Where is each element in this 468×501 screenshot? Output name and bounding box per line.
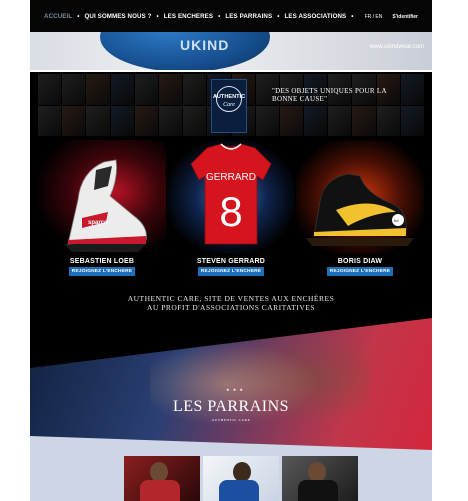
racing-boot-image: sparco bbox=[64, 159, 147, 252]
product-name-diaw: BORIS DIAW bbox=[337, 258, 383, 265]
nav-utility: FR / EN S'identifier bbox=[365, 14, 418, 20]
nav-separator: • bbox=[351, 13, 354, 20]
parrain-card[interactable] bbox=[282, 456, 358, 501]
logo-text-care: Care bbox=[223, 102, 235, 108]
language-switch[interactable]: FR / EN bbox=[365, 14, 383, 20]
slogan: "DES OBJETS UNIQUES POUR LA BONNE CAUSE" bbox=[272, 87, 387, 103]
join-auction-button-gerrard[interactable]: REJOIGNEZ L'ENCHERE bbox=[198, 267, 264, 276]
logo-text-authentic: AUTHENTIC bbox=[212, 94, 246, 100]
nav-separator: • bbox=[277, 13, 280, 20]
ukind-banner[interactable]: UKIND www.ukindwear.com bbox=[30, 32, 432, 70]
banner-url[interactable]: www.ukindwear.com bbox=[370, 44, 424, 50]
avatar bbox=[233, 462, 251, 482]
football-jersey-image: GERRARD 8 bbox=[190, 143, 272, 245]
avatar bbox=[150, 462, 168, 482]
jersey-name-text: GERRARD bbox=[206, 172, 256, 183]
authentic-care-logo[interactable]: AUTHENTIC Care bbox=[211, 79, 247, 133]
product-name-gerrard: STEVEN GERRARD bbox=[196, 258, 266, 265]
jersey-number-text: 8 bbox=[219, 188, 242, 235]
parrains-cards bbox=[30, 456, 432, 501]
login-link[interactable]: S'identifier bbox=[392, 14, 418, 20]
banner-jersey-text: UKIND bbox=[180, 37, 230, 53]
parrains-title: LES PARRAINS bbox=[172, 398, 290, 415]
nav-item-les-encheres[interactable]: LES ENCHERES bbox=[164, 13, 213, 20]
avatar bbox=[308, 462, 326, 482]
stars-icon: ★ ★ ★ bbox=[226, 387, 244, 392]
site-tagline: AUTHENTIC CARE, SITE DE VENTES AUX ENCHÈ… bbox=[30, 294, 432, 312]
children-photo bbox=[150, 330, 370, 450]
parrain-card[interactable] bbox=[203, 456, 279, 501]
basketball-sneaker-image: bd bbox=[306, 173, 414, 246]
product-name-loeb: SEBASTIEN LOEB bbox=[69, 258, 135, 265]
svg-text:bd: bd bbox=[394, 218, 398, 223]
product-card-diaw[interactable]: bd bbox=[296, 140, 424, 254]
parrain-card[interactable] bbox=[124, 456, 200, 501]
nav-separator: • bbox=[218, 13, 221, 20]
nav-menu: ACCUEIL • QUI SOMMES NOUS ? • LES ENCHER… bbox=[44, 13, 354, 20]
nav-item-qui-sommes-nous[interactable]: QUI SOMMES NOUS ? bbox=[84, 13, 151, 20]
nav-separator: • bbox=[156, 13, 159, 20]
nav-item-accueil[interactable]: ACCUEIL bbox=[44, 13, 72, 20]
page-container: ACCUEIL • QUI SOMMES NOUS ? • LES ENCHER… bbox=[30, 0, 432, 501]
nav-separator: • bbox=[77, 13, 80, 20]
divider bbox=[30, 70, 432, 72]
parrains-subtitle: AUTHENTIC CARE bbox=[211, 418, 251, 422]
svg-text:sparco: sparco bbox=[88, 220, 108, 226]
join-auction-button-diaw[interactable]: REJOIGNEZ L'ENCHERE bbox=[327, 267, 393, 276]
nav-item-les-parrains[interactable]: LES PARRAINS bbox=[225, 13, 272, 20]
product-card-gerrard[interactable]: GERRARD 8 bbox=[167, 140, 295, 254]
top-nav: ACCUEIL • QUI SOMMES NOUS ? • LES ENCHER… bbox=[30, 0, 432, 32]
join-auction-button-loeb[interactable]: REJOIGNEZ L'ENCHERE bbox=[69, 267, 135, 276]
tagline-line-2: AU PROFIT D'ASSOCIATIONS CARITATIVES bbox=[146, 303, 315, 312]
tagline-line-1: AUTHENTIC CARE, SITE DE VENTES AUX ENCHÈ… bbox=[127, 294, 335, 303]
nav-item-les-associations[interactable]: LES ASSOCIATIONS bbox=[285, 13, 347, 20]
product-card-loeb[interactable]: sparco bbox=[38, 140, 166, 254]
